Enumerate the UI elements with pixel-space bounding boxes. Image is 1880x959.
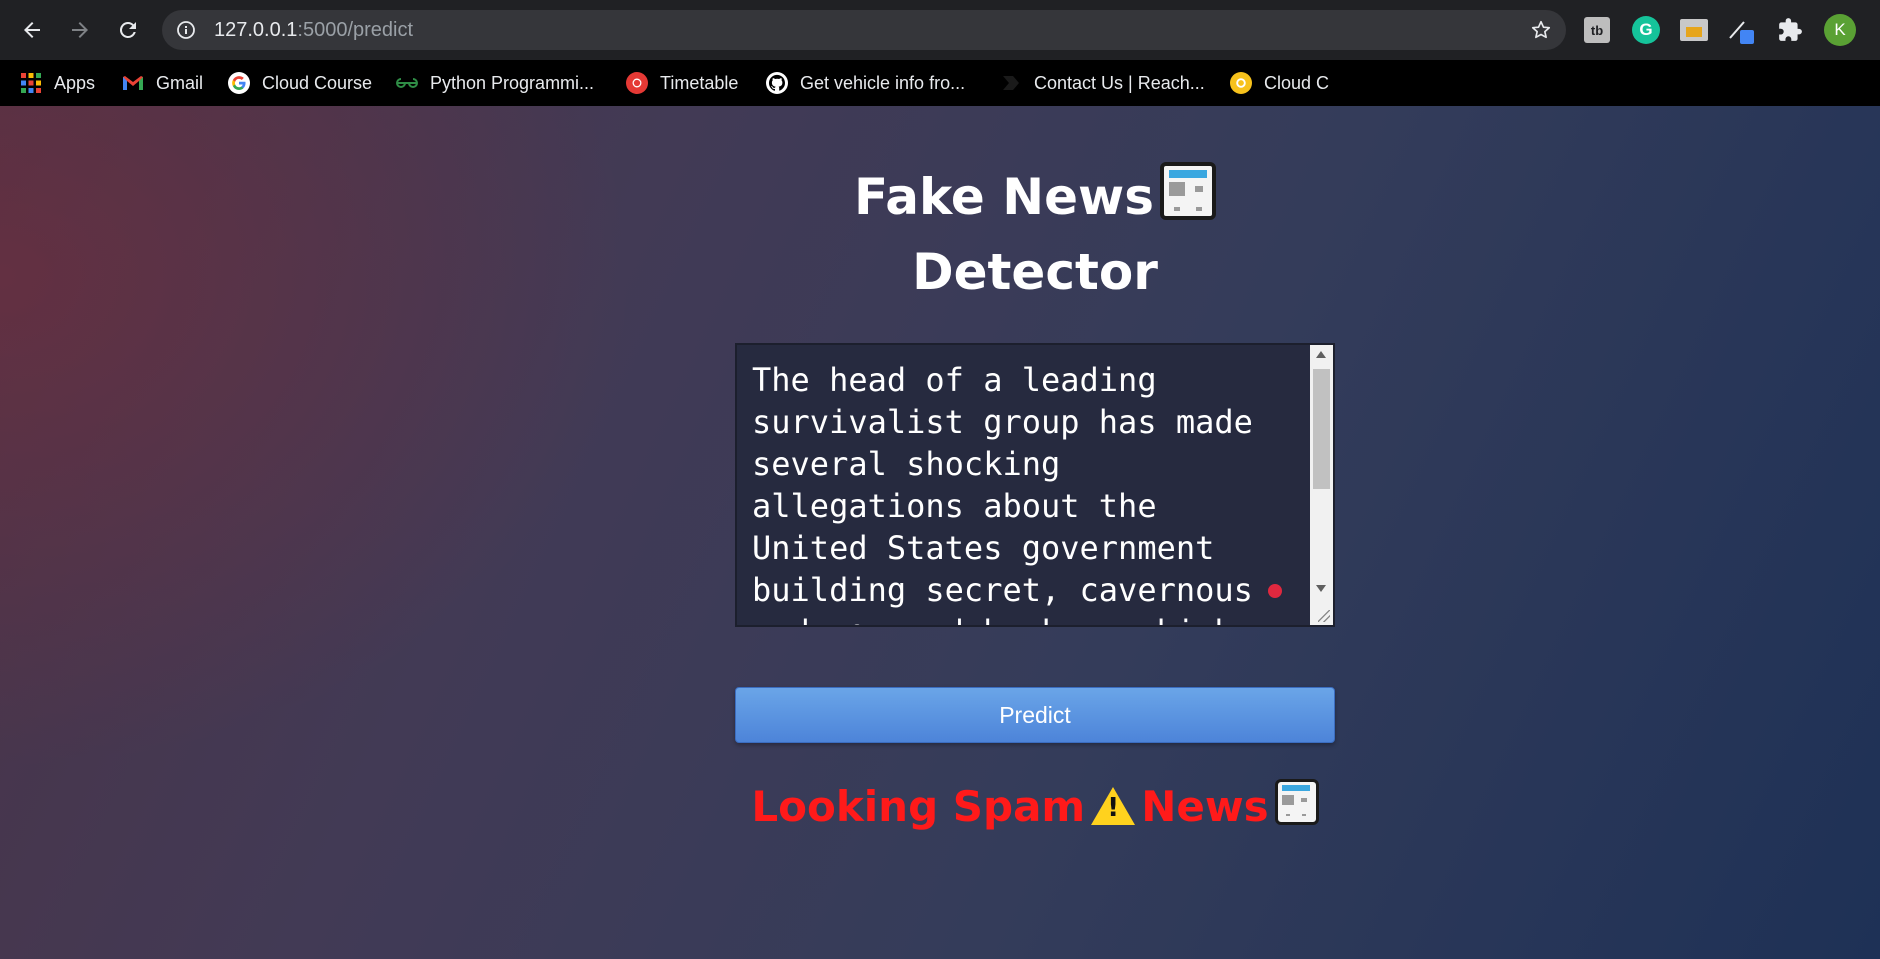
newspaper-icon <box>1159 162 1216 220</box>
puzzle-icon <box>1779 18 1802 41</box>
forward-arrow-icon <box>72 22 88 38</box>
image-extension-icon[interactable] <box>1680 19 1708 41</box>
bookmarks-bar: Apps Gmail Cloud Course Python Programmi… <box>0 60 1880 106</box>
bookmark-cloud-c[interactable]: Cloud C <box>1230 68 1329 98</box>
prediction-result: Looking Spam News <box>700 777 1370 837</box>
reload-button[interactable] <box>108 10 148 50</box>
result-text-2: News <box>1141 782 1269 831</box>
title-line-1: Fake News <box>854 168 1154 226</box>
scroll-up-arrow-icon[interactable] <box>1316 351 1326 358</box>
contact-icon <box>1000 72 1022 94</box>
timetable-icon <box>626 72 648 94</box>
result-text-1: Looking Spam <box>751 782 1086 831</box>
bookmark-label: Python Programmi... <box>430 72 595 93</box>
bookmark-star-icon[interactable] <box>1530 19 1552 41</box>
gmail-icon <box>122 72 144 94</box>
apps-grid-icon <box>20 72 42 94</box>
predict-button[interactable]: Predict <box>735 687 1335 743</box>
bookmark-label: Get vehicle info fro... <box>800 72 966 93</box>
warning-icon <box>1091 787 1136 825</box>
address-bar[interactable]: 127.0.0.1:5000/predict <box>162 10 1566 50</box>
news-text: The head of a leading survivalist group … <box>752 361 1253 625</box>
info-icon[interactable] <box>176 20 196 40</box>
bookmark-gmail[interactable]: Gmail <box>122 68 203 98</box>
back-button[interactable] <box>12 10 52 50</box>
scroll-down-arrow-icon[interactable] <box>1316 585 1326 592</box>
geeksforgeeks-icon <box>396 72 418 94</box>
extensions-puzzle-icon[interactable] <box>1776 16 1804 44</box>
bookmark-label: Cloud Course <box>262 72 373 93</box>
grammarly-status-dot-icon[interactable] <box>1268 584 1282 598</box>
cloud-icon <box>1230 72 1252 94</box>
browser-toolbar: 127.0.0.1:5000/predict tb G K <box>0 0 1880 60</box>
pen-extension-icon[interactable] <box>1726 16 1754 44</box>
bookmark-vehicle-info[interactable]: Get vehicle info fro... <box>766 68 965 98</box>
reload-icon <box>119 21 136 38</box>
bookmark-python-programming[interactable]: Python Programmi... <box>396 68 594 98</box>
bookmark-label: Apps <box>54 72 96 93</box>
forward-button[interactable] <box>60 10 100 50</box>
back-arrow-icon <box>24 22 40 38</box>
page-title: Fake News Detector <box>740 160 1330 310</box>
bookmark-label: Contact Us | Reach... <box>1034 72 1205 93</box>
bookmark-label: Gmail <box>156 72 204 93</box>
google-icon <box>228 72 250 94</box>
github-icon <box>766 72 788 94</box>
bookmark-label: Cloud C <box>1264 72 1330 93</box>
bookmark-cloud-course[interactable]: Cloud Course <box>228 68 372 98</box>
profile-avatar[interactable]: K <box>1824 14 1856 46</box>
textarea-resize-handle[interactable] <box>1310 602 1333 625</box>
grammarly-extension-icon[interactable]: G <box>1632 16 1660 44</box>
bookmark-apps[interactable]: Apps <box>20 68 95 98</box>
bookmark-contact-us[interactable]: Contact Us | Reach... <box>1000 68 1205 98</box>
scroll-thumb[interactable] <box>1313 369 1330 489</box>
url-text: 127.0.0.1:5000/predict <box>214 19 414 41</box>
title-line-2: Detector <box>912 243 1158 301</box>
tb-extension-icon[interactable]: tb <box>1584 17 1610 43</box>
bookmark-label: Timetable <box>660 72 739 93</box>
news-textarea[interactable]: The head of a leading survivalist group … <box>735 343 1335 627</box>
bookmark-timetable[interactable]: Timetable <box>626 68 738 98</box>
textarea-scrollbar[interactable] <box>1310 345 1333 625</box>
newspaper-icon <box>1274 779 1319 825</box>
pen-badge-icon <box>1740 30 1754 44</box>
